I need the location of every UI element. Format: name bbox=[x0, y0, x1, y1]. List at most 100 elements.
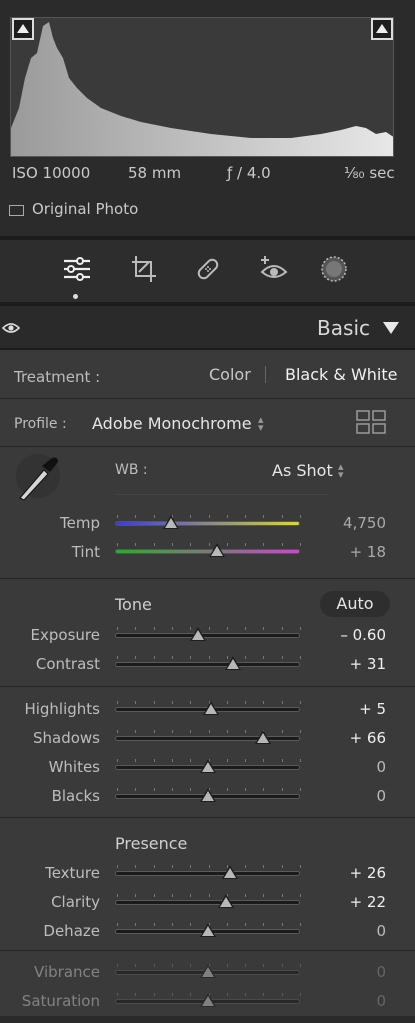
shadows-slider-thumb[interactable] bbox=[255, 730, 271, 744]
tint-value[interactable]: + 18 bbox=[306, 543, 386, 561]
slider-tick bbox=[208, 865, 210, 868]
slider-tick bbox=[190, 701, 192, 704]
slider-tick bbox=[171, 627, 173, 630]
saturation-label: Saturation bbox=[21, 992, 100, 1010]
slider-tick bbox=[117, 894, 118, 897]
dehaze-value[interactable]: 0 bbox=[306, 922, 386, 940]
slider-tick bbox=[281, 543, 283, 546]
divider bbox=[0, 398, 415, 399]
whites-slider-thumb[interactable] bbox=[199, 759, 216, 773]
slider-tick bbox=[153, 730, 155, 733]
slider-tick bbox=[117, 923, 118, 926]
dehaze-slider-thumb[interactable] bbox=[199, 923, 216, 937]
exposure-slider-track[interactable] bbox=[115, 627, 301, 638]
slider-tick bbox=[300, 627, 301, 630]
slider-tick bbox=[153, 993, 155, 996]
exposure-slider-thumb[interactable] bbox=[190, 627, 207, 641]
visibility-eye-icon[interactable] bbox=[1, 320, 21, 339]
treatment-color-option[interactable]: Color bbox=[209, 365, 251, 384]
slider-tick bbox=[281, 865, 283, 868]
shadows-value[interactable]: + 66 bbox=[306, 729, 386, 747]
masking-icon[interactable] bbox=[319, 254, 349, 284]
wb-dropdown[interactable]: As Shot bbox=[272, 461, 333, 480]
highlights-slider-thumb[interactable] bbox=[203, 701, 220, 715]
histogram-graph bbox=[11, 22, 393, 156]
shutter-readout: ⅟₈₀ sec bbox=[344, 164, 395, 182]
slider-tick bbox=[171, 865, 173, 868]
slider-tick bbox=[190, 515, 192, 518]
histogram bbox=[10, 17, 394, 157]
slider-tick bbox=[281, 656, 283, 659]
red-eye-icon[interactable] bbox=[259, 254, 289, 284]
slider-tick bbox=[153, 964, 155, 967]
slider-tick bbox=[226, 964, 228, 967]
temp-value[interactable]: 4,750 bbox=[306, 514, 386, 532]
tone-section-title: Tone bbox=[115, 595, 152, 614]
slider-tick bbox=[245, 656, 247, 659]
shadow-clipping-toggle[interactable] bbox=[12, 18, 34, 40]
temp-slider-track[interactable] bbox=[115, 515, 301, 526]
clarity-slider-thumb[interactable] bbox=[218, 894, 234, 908]
clarity-slider-track[interactable] bbox=[115, 894, 301, 905]
slider-tick bbox=[153, 627, 155, 630]
healing-bandage-icon[interactable] bbox=[193, 254, 223, 284]
texture-slider-thumb[interactable] bbox=[221, 865, 238, 879]
slider-tick bbox=[263, 894, 265, 897]
slider-tick bbox=[263, 701, 265, 704]
slider-tick bbox=[135, 865, 137, 868]
slider-tick bbox=[263, 656, 265, 659]
divider bbox=[0, 950, 415, 951]
profile-label: Profile : bbox=[14, 416, 67, 432]
crop-icon[interactable] bbox=[129, 254, 159, 284]
tint-slider-track[interactable] bbox=[115, 543, 301, 554]
slider-tick bbox=[117, 627, 118, 630]
profile-dropdown[interactable]: Adobe Monochrome bbox=[92, 414, 252, 433]
white-balance-eyedropper-icon[interactable] bbox=[12, 452, 64, 508]
edit-sliders-icon[interactable] bbox=[62, 254, 92, 284]
auto-tone-button[interactable]: Auto bbox=[320, 591, 390, 617]
contrast-slider-track[interactable] bbox=[115, 656, 301, 667]
slider-tick bbox=[190, 923, 192, 926]
temp-slider-thumb[interactable] bbox=[162, 515, 179, 529]
profile-browser-grid-icon[interactable] bbox=[356, 410, 386, 438]
clarity-value[interactable]: + 22 bbox=[306, 893, 386, 911]
highlight-clipping-toggle[interactable] bbox=[371, 18, 393, 40]
slider-tick bbox=[226, 923, 228, 926]
contrast-label: Contrast bbox=[35, 655, 100, 673]
wb-underline bbox=[115, 494, 328, 495]
shadows-slider-track[interactable] bbox=[115, 730, 301, 741]
wb-stepper-icon[interactable]: ▴ ▾ bbox=[338, 461, 344, 480]
slider-tick bbox=[117, 656, 118, 659]
active-tool-indicator bbox=[73, 294, 78, 299]
slider-tick bbox=[245, 759, 247, 762]
tint-slider-thumb[interactable] bbox=[208, 543, 225, 557]
divider bbox=[0, 686, 415, 687]
slider-tick bbox=[263, 964, 265, 967]
blacks-slider-thumb[interactable] bbox=[199, 788, 216, 802]
slider-tick bbox=[245, 993, 247, 996]
collapse-triangle-icon[interactable] bbox=[383, 322, 399, 334]
slider-tick bbox=[226, 788, 228, 791]
whites-value[interactable]: 0 bbox=[306, 758, 386, 776]
highlights-value[interactable]: + 5 bbox=[306, 700, 386, 718]
divider bbox=[0, 446, 415, 447]
treatment-bw-option[interactable]: Black & White bbox=[285, 365, 397, 384]
contrast-slider-thumb[interactable] bbox=[225, 656, 242, 670]
exposure-value[interactable]: – 0.60 bbox=[306, 626, 386, 644]
slider-tick bbox=[245, 865, 247, 868]
contrast-value[interactable]: + 31 bbox=[306, 655, 386, 673]
slider-tick bbox=[226, 730, 228, 733]
texture-value[interactable]: + 26 bbox=[306, 864, 386, 882]
divider bbox=[0, 817, 415, 818]
slider-tick bbox=[135, 894, 137, 897]
profile-stepper-icon[interactable]: ▴ ▾ bbox=[258, 414, 264, 433]
slider-tick bbox=[117, 964, 118, 967]
blacks-value[interactable]: 0 bbox=[306, 787, 386, 805]
slider-tick bbox=[245, 923, 247, 926]
slider-tick bbox=[226, 993, 228, 996]
original-photo-checkbox[interactable] bbox=[9, 205, 24, 216]
slider-tick bbox=[171, 543, 173, 546]
slider-tick bbox=[135, 730, 137, 733]
whites-label: Whites bbox=[48, 758, 100, 776]
texture-slider-track[interactable] bbox=[115, 865, 301, 876]
